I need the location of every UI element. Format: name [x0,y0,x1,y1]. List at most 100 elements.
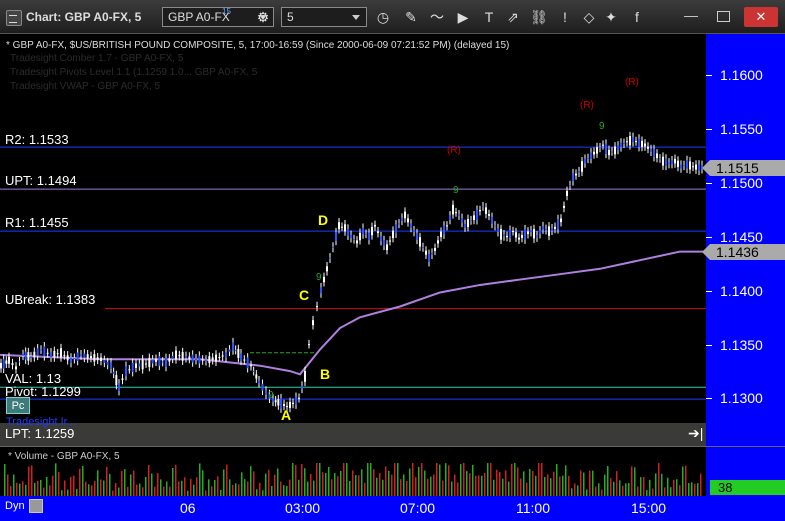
candle-body [53,350,56,358]
maximize-button[interactable] [710,7,736,27]
candle-body [659,158,661,160]
alert-icon[interactable]: ! [554,7,576,27]
candle-body [125,365,127,377]
volume-bar [697,483,699,497]
candle-body [476,209,478,221]
candle-body [243,359,246,361]
candle-body [175,350,177,360]
candle-body [437,240,439,244]
price-tick-label: 1.1600 [720,67,763,83]
candle-body [171,356,174,359]
volume-bar [259,482,261,497]
volume-bar [322,472,324,497]
candle-body [70,357,72,364]
volume-bar [676,479,678,497]
vwap-line [0,250,704,376]
pc-button[interactable]: Pc [6,397,30,414]
candle-body [353,239,355,241]
volume-bar [580,470,582,497]
close-button[interactable]: ✕ [744,7,778,27]
candle-body [509,229,511,238]
candle-body [30,356,32,358]
upt-label: UPT: 1.1494 [5,173,77,188]
volume-bar [685,465,687,497]
candle-body [392,230,394,239]
volume-bar [301,463,303,497]
candle-body [677,160,679,167]
clock-icon[interactable]: ◷ [372,7,394,27]
text-icon[interactable]: T [478,7,500,27]
link-icon[interactable]: ⛓ [528,7,550,27]
candle-body [584,158,586,164]
last-price-tag: 1.1515 [702,160,785,176]
volume-pane[interactable]: * Volume - GBP A0-FX, 5 [0,446,706,497]
minimize-button[interactable]: — [678,7,704,27]
volume-bar [532,471,534,497]
volume-bar [574,483,576,497]
volume-bar [520,478,522,497]
candle-body [620,142,622,148]
volume-bar [157,473,159,497]
candle-body [560,218,562,223]
candle-body [488,214,490,216]
volume-bar [403,474,405,497]
volume-bar [451,481,453,497]
dyn-label[interactable]: Dyn [5,500,25,512]
candle-body [458,214,460,216]
symbol-value: GBP A0-FX [168,10,230,24]
volume-bar [184,477,186,497]
volume-bar [160,479,162,497]
volume-bar [352,470,354,497]
share-icon[interactable]: ⇗ [502,7,524,27]
volume-bar [433,474,435,497]
candle-body [326,266,328,272]
volume-bar [100,479,102,497]
candle-body [680,164,682,169]
gear-icon[interactable]: ⚙ [252,7,274,27]
candle-body [455,212,457,214]
candle-body [404,211,406,219]
dynamic-scale-icon[interactable] [29,499,43,513]
tag-icon[interactable]: ◇ [578,7,600,27]
candle-body [692,166,694,168]
candle-body [158,356,161,366]
play-icon[interactable]: ▶ [452,7,474,27]
volume-bar [103,480,105,497]
axis-tick [706,291,712,292]
volume-bar [31,465,33,497]
volume-bar [583,472,585,497]
candle-body [500,229,502,240]
volume-bar [310,473,312,497]
time-axis[interactable]: Dyn 06 03:00 07:00 11:00 15:00 [0,496,785,521]
facebook-icon[interactable]: f [626,7,648,27]
volume-bar [28,466,30,497]
candle-body [181,352,184,361]
scroll-to-end-icon[interactable]: ➔| [688,425,703,442]
pencil-icon[interactable]: ✎ [400,7,422,27]
candle-body [626,141,628,143]
candle-body [258,380,260,384]
candle-body [536,235,538,238]
volume-bar [658,463,660,497]
candle-body [8,356,10,364]
candle-body [332,246,334,248]
volume-bar [313,480,315,497]
volume-bar [472,464,474,497]
candle-body [587,158,589,160]
candle-body [548,226,550,236]
candle-body [350,234,352,239]
candle-body [542,226,544,230]
axis-tick [706,129,712,130]
candle-body [283,404,285,406]
price-tick-label: 1.1400 [720,283,763,299]
candle-body [24,351,27,360]
price-axis[interactable]: 1.1600 1.1550 1.1500 1.1450 1.1400 1.135… [702,34,785,446]
count-nine-marker: 9 [268,390,274,401]
interval-selector[interactable]: 5 [281,7,367,27]
price-chart[interactable]: * GBP A0-FX, $US/BRITISH POUND COMPOSITE… [0,34,706,446]
volume-bar [244,479,246,497]
candle-body [347,228,349,236]
candle-body [389,240,391,242]
chart-line-icon[interactable]: 〜 [426,7,448,27]
twitter-icon[interactable]: ✦ [600,7,622,27]
